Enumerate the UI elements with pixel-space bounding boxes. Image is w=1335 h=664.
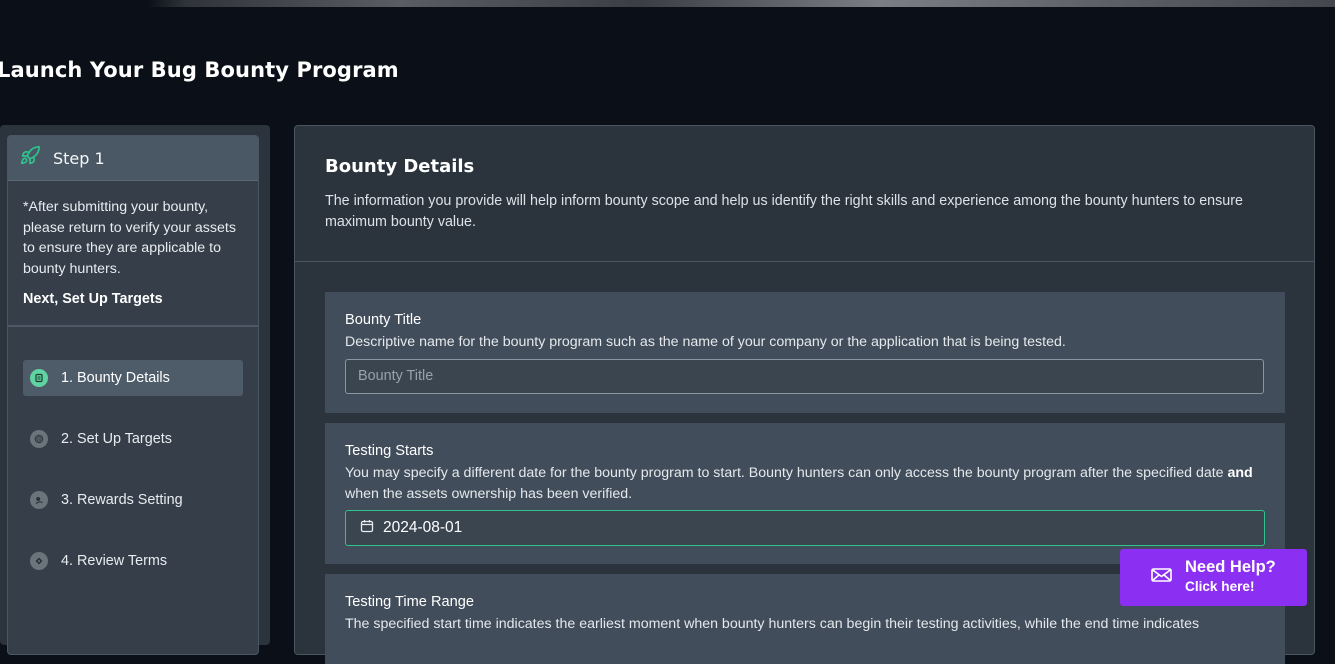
step-next-label: Next, Set Up Targets xyxy=(23,291,163,307)
help-text-before: You may specify a different date for the… xyxy=(345,465,1228,481)
field-label: Testing Starts xyxy=(345,443,434,459)
panel-title: Bounty Details xyxy=(325,156,475,177)
step-item-bounty-details[interactable]: 1. Bounty Details xyxy=(23,360,243,396)
panel-header: Bounty Details The information you provi… xyxy=(295,126,1314,262)
help-text-bold: and xyxy=(1227,465,1253,481)
step-item-rewards-setting[interactable]: 3. Rewards Setting xyxy=(23,482,243,518)
sidebar: Step 1 *After submitting your bounty, pl… xyxy=(0,125,270,655)
step-title: Step 1 xyxy=(53,148,105,168)
step-item-label: 1. Bounty Details xyxy=(61,370,170,386)
page-title: Launch Your Bug Bounty Program xyxy=(0,58,399,82)
field-help: Descriptive name for the bounty program … xyxy=(345,334,1066,350)
calendar-icon xyxy=(360,519,383,538)
top-banner-strip xyxy=(0,0,1335,7)
step-item-set-up-targets[interactable]: 2. Set Up Targets xyxy=(23,421,243,457)
step-item-label: 2. Set Up Targets xyxy=(61,431,172,447)
step-item-label: 4. Review Terms xyxy=(61,553,168,569)
panel-description: The information you provide will help in… xyxy=(325,193,1243,230)
mail-icon xyxy=(1151,567,1185,588)
bounty-title-input[interactable] xyxy=(345,358,1264,394)
step-header: Step 1 xyxy=(8,136,258,181)
step-item-label: 3. Rewards Setting xyxy=(61,492,183,508)
field-help: The specified start time indicates the e… xyxy=(345,616,1200,632)
step-item-review-terms[interactable]: 4. Review Terms xyxy=(23,543,243,579)
help-subtitle: Click here! xyxy=(1185,579,1255,594)
target-icon xyxy=(30,430,48,448)
need-help-button[interactable]: Need Help? Click here! xyxy=(1120,549,1307,606)
divider xyxy=(8,325,258,327)
terms-icon xyxy=(30,552,48,570)
reward-icon xyxy=(30,491,48,509)
rocket-icon xyxy=(19,145,41,171)
testing-start-date-input[interactable]: 2024-08-01 xyxy=(345,510,1265,546)
step-note: *After submitting your bounty, please re… xyxy=(23,199,236,277)
step-card: Step 1 *After submitting your bounty, pl… xyxy=(7,135,259,655)
doc-icon xyxy=(30,369,48,387)
testing-starts-field: Testing Starts You may specify a differe… xyxy=(325,423,1285,564)
field-label: Bounty Title xyxy=(345,312,422,328)
field-help: You may specify a different date for the… xyxy=(345,463,1265,504)
help-text-after: when the assets ownership has been verif… xyxy=(345,485,633,502)
date-value: 2024-08-01 xyxy=(383,519,463,536)
bounty-title-field: Bounty Title Descriptive name for the bo… xyxy=(325,292,1285,413)
help-title: Need Help? xyxy=(1185,558,1276,576)
help-text: Need Help? Click here! xyxy=(1185,558,1276,597)
